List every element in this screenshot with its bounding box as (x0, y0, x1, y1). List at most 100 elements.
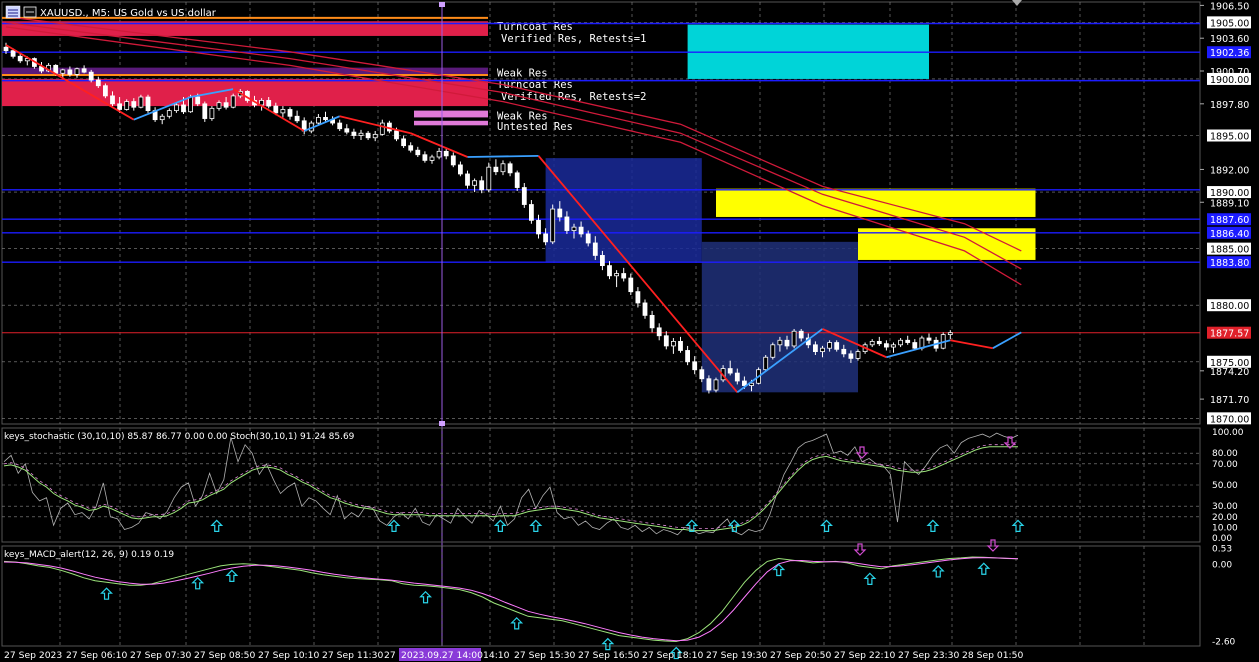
candle-body (486, 166, 492, 191)
price-label: 1870.00 (1210, 414, 1249, 425)
candle-body (394, 130, 399, 140)
candle-body (521, 187, 527, 205)
candle-body (500, 163, 506, 173)
candle-body (550, 208, 556, 243)
candle-body (415, 149, 421, 156)
candle-body (436, 150, 442, 158)
zone-label: Weak Res (497, 68, 548, 80)
time-label: 27 Sep 18:10 (642, 650, 703, 661)
candle-body (337, 122, 343, 130)
candle (940, 332, 946, 350)
candle-body (727, 368, 733, 374)
candle-body (465, 173, 470, 186)
candle-body (74, 68, 80, 75)
candle-body (103, 85, 108, 97)
candle-body (649, 314, 655, 329)
candle-body (905, 339, 911, 343)
candle-body (202, 103, 208, 119)
candle-body (479, 180, 485, 191)
candle-body (621, 273, 627, 279)
price-label: 1892.00 (1210, 165, 1249, 176)
candle (209, 106, 215, 121)
trading-chart-window[interactable]: Turncoat ResVerified Res, Retests=1Weak … (0, 0, 1259, 662)
candle-body (529, 204, 534, 221)
price-label: 1874.20 (1210, 367, 1249, 378)
candle-body (173, 104, 179, 112)
stoch-axis-label: 80.00 (1212, 449, 1238, 459)
candle-body (230, 95, 236, 108)
candle-body (578, 226, 584, 235)
candle-body (117, 103, 122, 110)
candle-body (663, 335, 669, 347)
price-label: 1900.00 (1210, 75, 1249, 86)
candle-body (791, 330, 797, 347)
time-cursor-handle[interactable] (439, 2, 445, 7)
candle-body (472, 180, 478, 186)
time-label: 27 Sep 2023 (4, 650, 62, 661)
candle-body (656, 327, 662, 337)
candle-body (287, 109, 293, 117)
price-label: 1883.80 (1210, 258, 1249, 269)
candle-body (784, 339, 790, 347)
candle (791, 328, 797, 349)
candle-body (514, 172, 520, 188)
candle-body (607, 265, 612, 277)
stoch-axis-label: 10.00 (1212, 523, 1238, 533)
stochastic-title: keys_stochastic (30,10,10) 85.87 86.77 0… (4, 432, 355, 442)
candle-body (422, 154, 428, 161)
candle-body (443, 150, 449, 157)
candle-body (876, 341, 882, 345)
time-label: 27 Sep 16:50 (578, 650, 639, 661)
candle-body (813, 344, 818, 352)
candle (713, 377, 719, 393)
sr-zone (414, 110, 488, 118)
price-label: 1877.57 (1210, 329, 1249, 340)
candle-body (67, 69, 73, 75)
candle-body (81, 68, 87, 73)
candle-body (3, 46, 9, 52)
candle-body (770, 344, 776, 358)
time-label: 27 Sep 08:50 (194, 650, 255, 661)
price-label: 1897.80 (1210, 100, 1249, 111)
candle-body (898, 339, 903, 346)
candle (103, 83, 108, 99)
candle-body (763, 356, 769, 371)
zone-label: Untested Res (497, 121, 573, 133)
candle-body (181, 104, 186, 113)
candle-body (344, 128, 350, 133)
time-label: 27 Sep 10:10 (258, 650, 319, 661)
candle-body (53, 64, 59, 74)
zone-sublabel: Verified Res, Retests=1 (501, 33, 646, 45)
time-label: 27 Sep 06:10 (66, 650, 127, 661)
candle-body (351, 131, 357, 136)
macd-axis-label: 0.53 (1212, 545, 1232, 555)
candle-body (10, 50, 16, 57)
candle-body (855, 351, 861, 359)
candle-body (209, 107, 215, 119)
candle-body (429, 156, 435, 161)
macd-axis-label: -2.60 (1212, 638, 1236, 648)
price-label: 1889.10 (1210, 198, 1249, 209)
candle-body (564, 216, 570, 231)
time-cursor-handle[interactable] (439, 421, 445, 426)
candle-body (280, 109, 286, 114)
candle-body (713, 379, 719, 391)
candle-body (543, 233, 548, 243)
candle-body (95, 79, 101, 87)
candle-body (110, 95, 115, 105)
candle (486, 162, 492, 193)
candle-body (777, 339, 783, 346)
stoch-axis-label: 50.00 (1212, 481, 1238, 491)
candle-body (358, 132, 364, 136)
macd-axis-label: 0.00 (1212, 560, 1232, 570)
candle (202, 101, 208, 122)
zone-box (545, 158, 702, 263)
time-label: 14:10 (483, 650, 510, 661)
candle-body (585, 233, 591, 244)
price-label: 1902.36 (1210, 48, 1249, 59)
time-label: 2023.09.27 14:00 (401, 650, 483, 661)
zone-box (716, 188, 1036, 217)
candle-body (884, 343, 889, 348)
time-label: 27 Sep 19:30 (706, 650, 767, 661)
candle-body (600, 255, 605, 267)
